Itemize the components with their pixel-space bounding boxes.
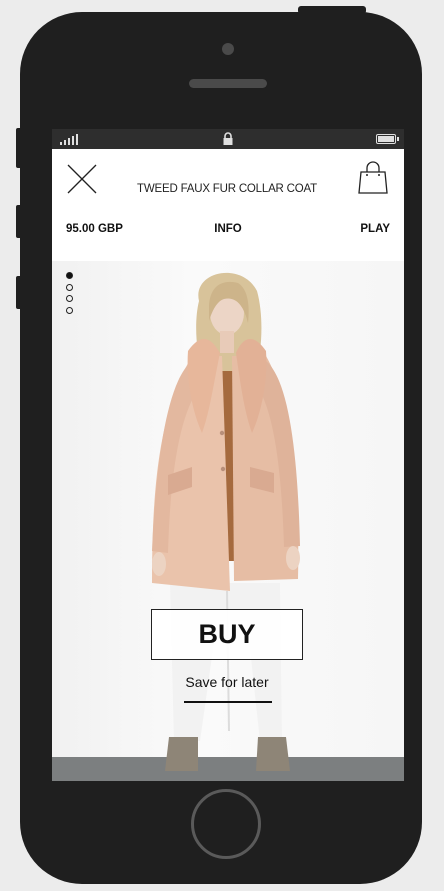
- product-header: TWEED FAUX FUR COLLAR COAT 95.00 GBP INF…: [52, 149, 404, 261]
- shopping-bag-icon[interactable]: [358, 161, 388, 195]
- buy-button[interactable]: BUY: [151, 609, 303, 660]
- signal-icon: [60, 133, 78, 145]
- pagination-dot-4[interactable]: [66, 306, 73, 314]
- product-photo[interactable]: BUY Save for later: [52, 261, 404, 781]
- info-tab[interactable]: INFO: [214, 223, 241, 235]
- save-for-later-underline: [184, 701, 272, 703]
- product-price: 95.00 GBP: [66, 223, 123, 235]
- pagination-dot-3[interactable]: [66, 295, 73, 302]
- model-in-coat-illustration: [152, 272, 300, 771]
- close-icon[interactable]: [66, 163, 98, 195]
- status-bar: [52, 129, 404, 149]
- earpiece-speaker: [189, 79, 267, 88]
- product-title: TWEED FAUX FUR COLLAR COAT: [137, 183, 317, 195]
- play-tab[interactable]: PLAY: [360, 223, 390, 235]
- home-button[interactable]: [191, 789, 261, 859]
- product-info-row: 95.00 GBP INFO PLAY: [52, 223, 404, 247]
- save-for-later-link[interactable]: Save for later: [177, 674, 277, 690]
- pagination-dot-1[interactable]: [66, 272, 73, 279]
- pagination-dot-2[interactable]: [66, 283, 73, 291]
- phone-screen: TWEED FAUX FUR COLLAR COAT 95.00 GBP INF…: [52, 129, 404, 781]
- front-camera: [222, 43, 234, 55]
- gallery-pagination: [66, 272, 73, 318]
- battery-icon: [376, 134, 399, 144]
- lock-icon: [223, 132, 233, 145]
